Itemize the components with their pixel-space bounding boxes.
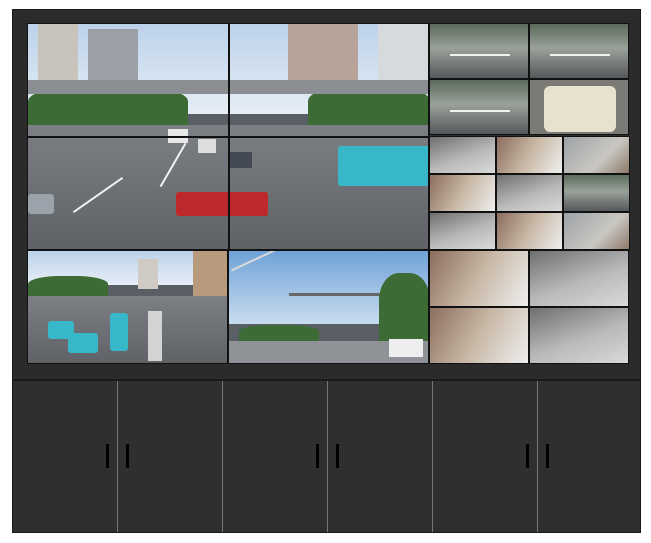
feed-image [530,251,628,306]
feed-image [564,137,629,173]
car [198,139,216,153]
cabinet-door-4[interactable] [328,381,433,532]
door-handle[interactable] [336,444,339,468]
building [88,29,138,84]
car [228,152,252,168]
building [378,24,428,84]
feed-yard-8[interactable] [496,212,563,250]
feed-yard-4[interactable] [429,174,496,212]
feed-traffic-3[interactable] [429,79,529,135]
video-wall [12,9,641,380]
large-screen-intersection[interactable] [27,23,429,250]
car [28,194,54,214]
feed-image [564,213,629,249]
car [389,339,423,357]
red-car [176,192,268,216]
feed-image [430,24,528,78]
door-handle[interactable] [546,444,549,468]
cabinet-door-1[interactable] [13,381,118,532]
door-handle[interactable] [126,444,129,468]
building [193,251,227,301]
feed-image [430,308,528,363]
lane-marking [550,54,610,56]
feed-plaza-2[interactable] [529,250,629,307]
screen-brt-corridor[interactable] [27,250,228,364]
feed-yard-1[interactable] [429,136,496,174]
feed-traffic-2[interactable] [529,23,629,79]
feed-yard-7[interactable] [429,212,496,250]
building [38,24,78,84]
feed-yard-5[interactable] [496,174,563,212]
gantry-beam [289,293,389,296]
bus [68,333,98,353]
feed-image [430,175,495,211]
feed-image [497,137,562,173]
feed-traffic-1[interactable] [429,23,529,79]
tree-line [239,324,319,341]
van [544,86,616,132]
tree [379,273,428,341]
feed-image [430,251,528,306]
feed-image [430,213,495,249]
station-roof [148,311,162,361]
feed-image [497,213,562,249]
feed-yard-2[interactable] [496,136,563,174]
lane-marking [450,54,510,56]
cabinet-door-2[interactable] [118,381,223,532]
feed-yard-3[interactable] [563,136,630,174]
feed-traffic-4[interactable] [529,79,629,135]
bezel-divider [28,136,428,138]
door-handle[interactable] [526,444,529,468]
bus [110,313,128,351]
building [288,24,358,84]
feed-image [497,175,562,211]
feed-image [430,80,528,134]
door-handle[interactable] [106,444,109,468]
feed-plaza-3[interactable] [429,307,529,364]
feed-yard-9[interactable] [563,212,630,250]
feed-plaza-4[interactable] [529,307,629,364]
building [138,259,158,289]
lane-marking [450,110,510,112]
cabinet-door-3[interactable] [223,381,328,532]
feed-image [530,24,628,78]
cabinet-door-5[interactable] [433,381,538,532]
feed-plaza-1[interactable] [429,250,529,307]
door-handle[interactable] [316,444,319,468]
feed-yard-6[interactable] [563,174,630,212]
bus [338,146,428,186]
feed-image [530,308,628,363]
feed-image [564,175,629,211]
cabinet-door-6[interactable] [538,381,640,532]
tree-line [28,275,108,296]
base-cabinet [12,380,641,533]
feed-image [430,137,495,173]
screen-street-gantry[interactable] [228,250,429,364]
